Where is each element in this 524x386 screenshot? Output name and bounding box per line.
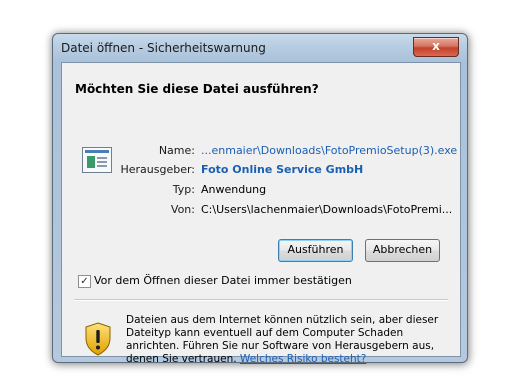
always-confirm-label[interactable]: Vor dem Öffnen dieser Datei immer bestät… (94, 274, 352, 287)
divider (74, 299, 448, 301)
publisher-label: Herausgeber: (120, 163, 195, 176)
close-icon: x (432, 39, 440, 53)
dialog-content: Möchten Sie diese Datei ausführen? Name:… (61, 62, 461, 365)
risk-info-link[interactable]: Welches Risiko besteht? (240, 353, 366, 365)
file-name-link[interactable]: ...enmaier\Downloads\FotoPremioSetup(3).… (201, 144, 457, 157)
shield-warning-icon (85, 322, 111, 356)
type-label: Typ: (172, 183, 195, 196)
checkmark-icon: ✓ (80, 276, 89, 287)
warning-message: Dateien aus dem Internet können nützlich… (126, 314, 456, 366)
type-value: Anwendung (201, 183, 267, 196)
always-confirm-checkbox[interactable]: ✓ (78, 275, 91, 288)
from-label: Von: (170, 203, 195, 216)
close-button[interactable]: x (413, 37, 459, 57)
window-title: Datei öffnen - Sicherheitswarnung (61, 41, 266, 55)
title-bar[interactable]: Datei öffnen - Sicherheitswarnung x (53, 34, 467, 62)
name-label: Name: (158, 144, 195, 157)
run-button[interactable]: Ausführen (278, 239, 353, 262)
dialog-heading: Möchten Sie diese Datei ausführen? (75, 82, 319, 96)
cancel-button[interactable]: Abbrechen (365, 239, 440, 262)
from-value: C:\Users\lachenmaier\Downloads\FotoPremi… (201, 203, 453, 216)
security-warning-dialog: Datei öffnen - Sicherheitswarnung x Möch… (52, 33, 468, 365)
publisher-link[interactable]: Foto Online Service GmbH (201, 163, 363, 176)
